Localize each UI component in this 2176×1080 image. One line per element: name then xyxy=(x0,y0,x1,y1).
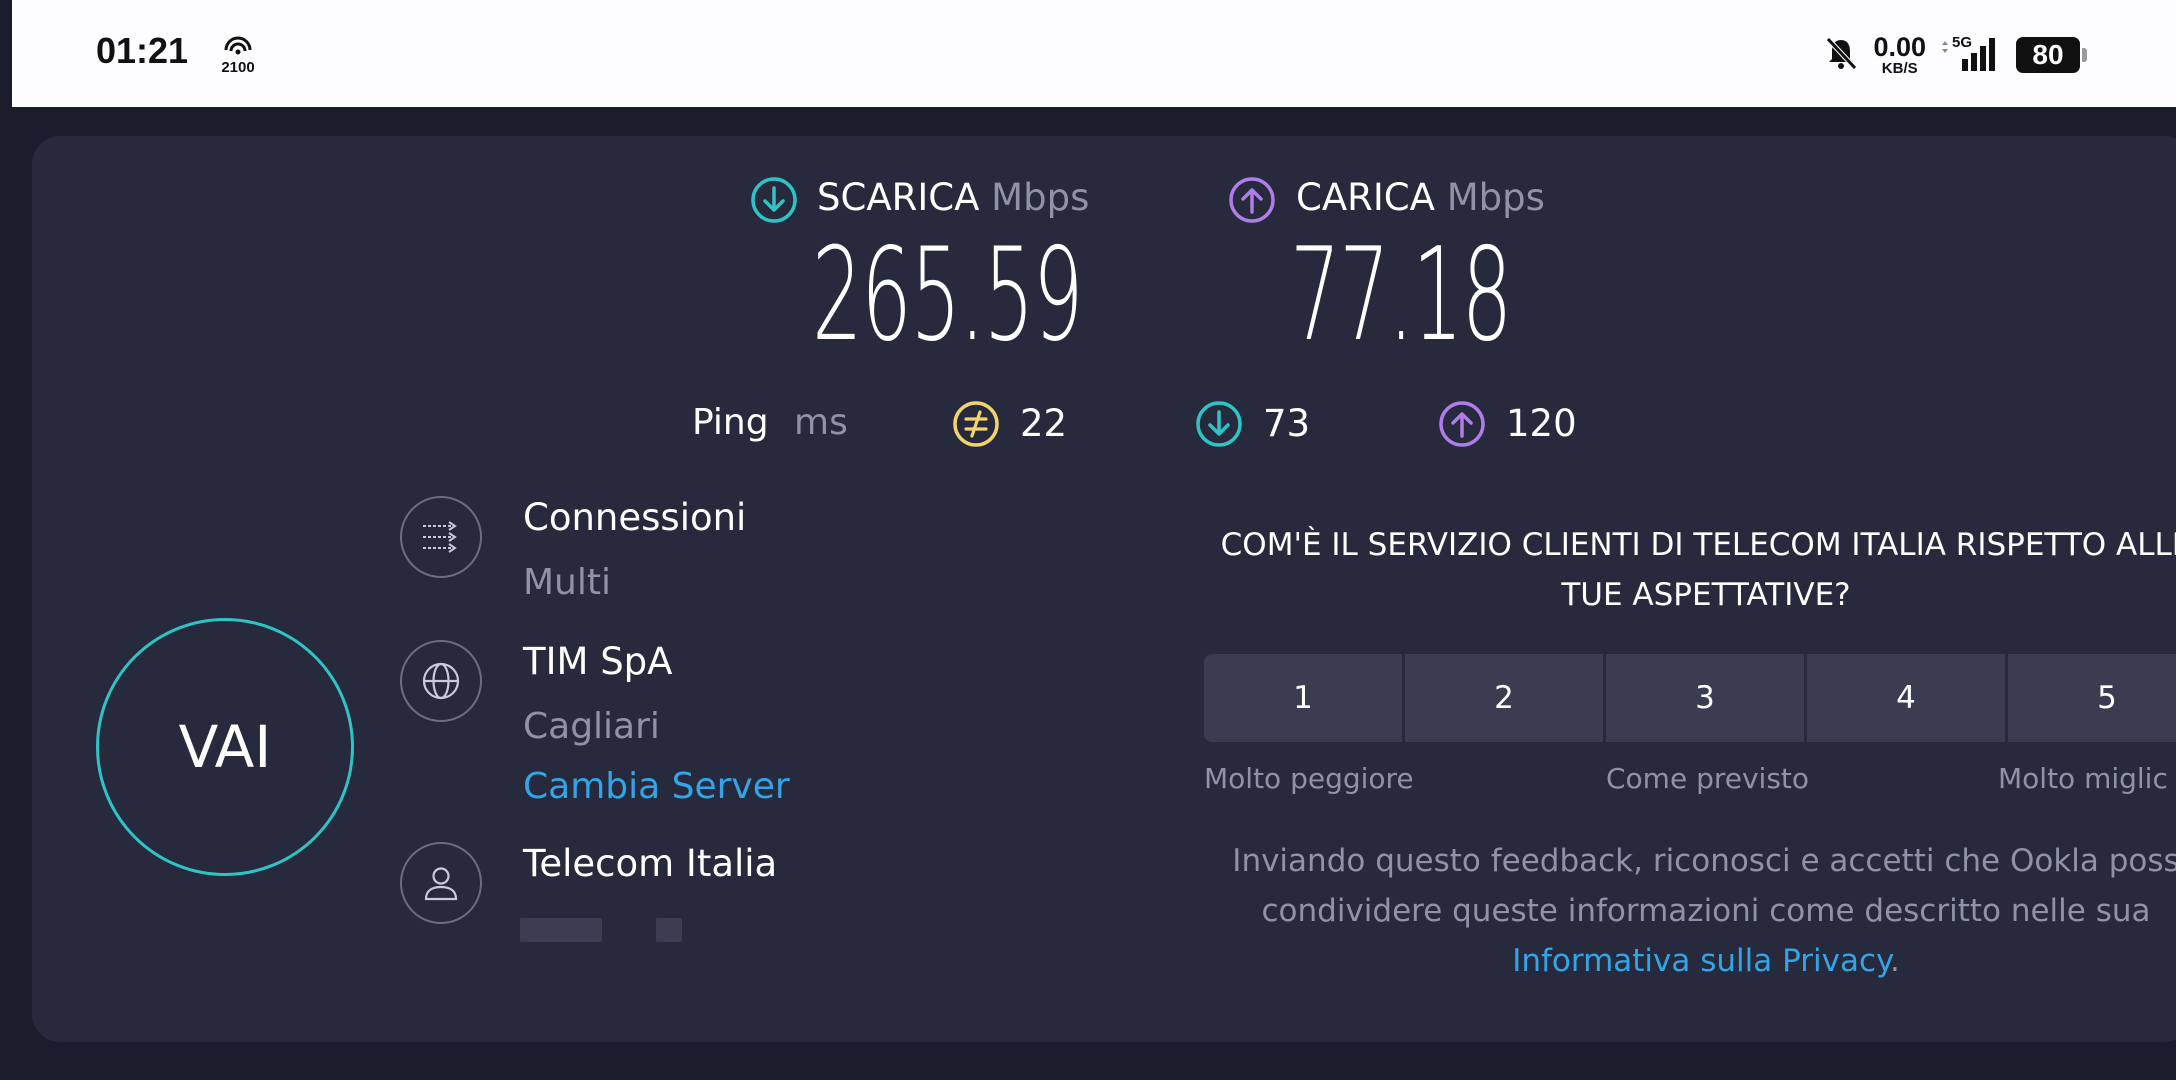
rating-option-1[interactable]: 1 xyxy=(1204,654,1402,742)
hotspot-icon: 2100 xyxy=(212,34,264,76)
ping-label: Ping xyxy=(692,402,769,443)
ping-unit: ms xyxy=(794,402,848,443)
provider-title: Telecom Italia xyxy=(523,842,778,885)
connections-value[interactable]: Multi xyxy=(523,562,611,603)
ping-download-icon xyxy=(1195,400,1243,452)
upload-unit: Mbps xyxy=(1446,176,1545,219)
network-label: 5G xyxy=(1952,34,1972,51)
net-speed-value: 0.00 xyxy=(1873,32,1926,62)
server-title: TIM SpA xyxy=(523,640,673,683)
privacy-suffix: . xyxy=(1889,943,1900,979)
ping-download-value: 73 xyxy=(1263,402,1311,445)
rating-option-5[interactable]: 5 xyxy=(2008,654,2176,742)
user-icon xyxy=(400,842,482,924)
ping-idle-value: 22 xyxy=(1020,402,1068,445)
rating-buttons: 1 2 3 4 5 xyxy=(1204,654,2176,742)
disclaimer-text: Inviando questo feedback, riconosci e ac… xyxy=(1232,843,2176,929)
status-time: 01:21 xyxy=(96,30,189,71)
survey-question: COM'È IL SERVIZIO CLIENTI DI TELECOM ITA… xyxy=(1220,527,2176,613)
upload-icon xyxy=(1228,176,1276,228)
bell-muted-icon xyxy=(1823,35,1859,75)
status-bar: 01:21 2100 0.00 KB/S 5G 80 xyxy=(12,0,2176,107)
change-server-link[interactable]: Cambia Server xyxy=(523,766,790,807)
upload-header: CARICA Mbps xyxy=(1296,176,1545,219)
battery-icon: 80 xyxy=(2016,37,2087,73)
ping-upload-value: 120 xyxy=(1506,402,1577,445)
net-speed-unit: KB/S xyxy=(1881,60,1918,77)
upload-label: CARICA xyxy=(1296,176,1435,219)
battery-level: 80 xyxy=(2032,39,2064,70)
download-header: SCARICA Mbps xyxy=(817,176,1089,219)
rating-option-3[interactable]: 3 xyxy=(1606,654,1804,742)
go-button-label: VAI xyxy=(178,713,272,781)
signal-icon: 5G xyxy=(1940,33,2002,77)
download-value: 265.59 xyxy=(812,221,1083,370)
ping-upload-icon xyxy=(1438,400,1486,452)
redacted-ip xyxy=(520,918,602,942)
rating-label-mid: Come previsto xyxy=(1606,762,1810,795)
net-speed: 0.00 KB/S xyxy=(1873,32,1926,77)
download-label: SCARICA xyxy=(817,176,980,219)
redacted-ip-suffix xyxy=(656,918,682,942)
globe-icon xyxy=(400,640,482,722)
go-button[interactable]: VAI xyxy=(96,618,354,876)
connections-icon[interactable] xyxy=(400,496,482,578)
server-location: Cagliari xyxy=(523,706,660,747)
status-icons: 0.00 KB/S 5G 80 xyxy=(1823,30,2087,80)
rating-label-low: Molto peggiore xyxy=(1204,762,1414,795)
upload-value: 77.18 xyxy=(1290,221,1512,370)
connections-title: Connessioni xyxy=(523,496,747,539)
feedback-disclaimer: Inviando questo feedback, riconosci e ac… xyxy=(1206,836,2176,986)
rating-option-4[interactable]: 4 xyxy=(1807,654,2005,742)
download-unit: Mbps xyxy=(991,176,1090,219)
rating-option-2[interactable]: 2 xyxy=(1405,654,1603,742)
download-icon xyxy=(750,176,798,228)
privacy-policy-link[interactable]: Informativa sulla Privacy xyxy=(1512,943,1890,979)
rating-label-high: Molto miglic xyxy=(1998,762,2168,795)
hotspot-label: 2100 xyxy=(221,59,254,74)
ping-idle-icon xyxy=(952,400,1000,452)
